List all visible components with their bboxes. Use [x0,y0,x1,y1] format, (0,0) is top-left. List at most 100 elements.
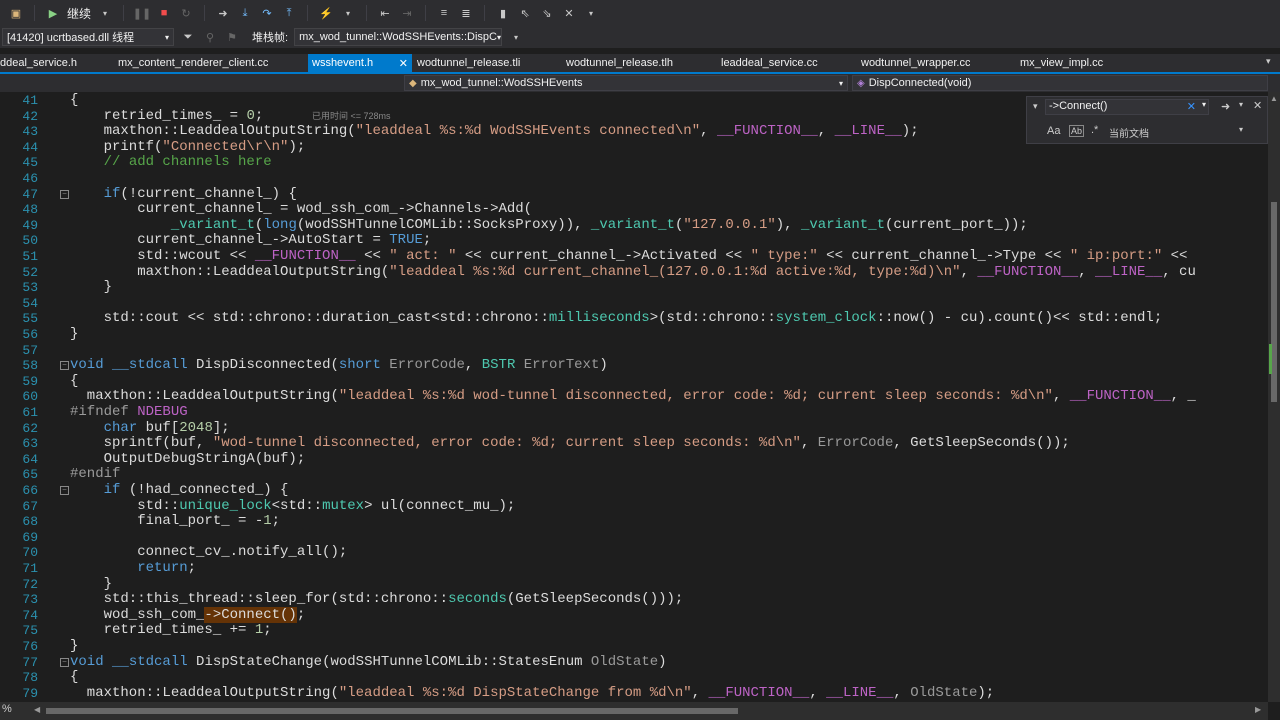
filter-icon[interactable]: ⏷ [180,29,196,45]
continue-icon[interactable]: ▶ [45,5,61,21]
code-line[interactable]: 64 OutputDebugStringA(buf); [0,451,1268,468]
scope-combo[interactable]: ◆ mx_wod_tunnel::WodSSHEvents ▾ [404,75,848,91]
chevron-down-icon[interactable]: ▾ [1202,100,1206,109]
code-line[interactable]: 75 retried_times_ += 1; [0,623,1268,639]
code-line[interactable]: 77 − void __stdcall DispStateChange(wodSSH… [0,654,1268,671]
horizontal-scrollbar[interactable]: % ◀ ▶ [0,702,1268,720]
bookmark-icon[interactable]: ▮ [495,5,511,21]
step-out-icon[interactable]: ⤒ [281,5,297,21]
close-icon[interactable]: ✕ [399,57,408,70]
tab-mx-content-renderer-client[interactable]: mx_content_renderer_client.cc [118,54,268,72]
tab-ddeal-service-h[interactable]: ddeal_service.h [0,54,77,72]
solution-icon[interactable]: ▣ [8,5,24,21]
close-icon[interactable]: ✕ [1253,99,1262,112]
code-line[interactable]: 71 return; [0,560,1268,577]
stack-frame-combo[interactable]: mx_wod_tunnel::WodSSHEvents::DispC ▾ [294,28,503,46]
prev-bookmark-icon[interactable]: ⇖ [517,5,533,21]
code-line[interactable]: 59 { [0,373,1268,390]
flag-threads-icon[interactable]: ⚑ [224,29,240,45]
toggle-filter-icon[interactable]: ⚲ [202,29,218,45]
regex-icon[interactable]: .* [1091,124,1098,136]
tab-mx-view-impl-cc[interactable]: mx_view_impl.cc [1020,54,1103,72]
chevron-down-icon[interactable]: ▾ [1239,125,1243,134]
find-next-icon[interactable]: ➜ [1221,100,1230,113]
match-word-icon[interactable]: Ab [1069,125,1085,137]
code-line[interactable]: 67 std::unique_lock<std::mutex> ul(conne… [0,498,1268,515]
code-line[interactable]: 53 } [0,280,1268,296]
code-line[interactable]: 46 [0,171,1268,187]
code-line[interactable]: 69 [0,530,1268,546]
find-input[interactable]: ->Connect() ✕ ▾ [1045,99,1209,115]
search-scope[interactable]: 当前文档 [1109,125,1149,140]
code-line[interactable]: 68 final_port_ = -1; [0,513,1268,530]
code-line[interactable]: 47 − if(!current_channel_) { [0,186,1268,203]
vertical-scrollbar[interactable]: ▲ [1268,92,1280,702]
code-line[interactable]: 76} [0,638,1268,655]
dropdown-icon[interactable]: ▾ [97,5,113,21]
match-case-icon[interactable]: Aa [1047,125,1060,137]
process-combo[interactable]: [41420] ucrtbased.dll 线程 ▾ [2,28,174,46]
fold-toggle-icon[interactable]: − [60,189,69,199]
next-bookmark-icon[interactable]: ⇘ [539,5,555,21]
clear-icon[interactable]: ✕ [1187,100,1196,113]
code-line[interactable]: 50 current_channel_->AutoStart = TRUE; [0,233,1268,249]
code-line[interactable]: 48 current_channel_ = wod_ssh_com_->Chan… [0,202,1268,218]
code-line[interactable]: 52 maxthon::LeaddealOutputString("leadde… [0,264,1268,281]
code-line[interactable]: 51 std::wcout << __FUNCTION__ << " act: … [0,248,1268,265]
indent-icon[interactable]: ⇤ [377,5,393,21]
code-line[interactable]: 62 char buf[2048]; [0,420,1268,437]
scroll-thumb[interactable] [46,708,738,714]
scroll-right-icon[interactable]: ▶ [1255,705,1261,714]
restart-icon[interactable]: ↻ [178,5,194,21]
scroll-left-icon[interactable]: ◀ [34,705,40,714]
dropdown-icon[interactable]: ▾ [1239,100,1243,109]
tab-wsshevent-h[interactable]: wsshevent.h ✕ [308,54,412,72]
code-line[interactable]: 78 { [0,670,1268,686]
dropdown-icon[interactable]: ▾ [340,5,356,21]
dropdown-icon[interactable]: ▾ [508,29,524,45]
tab-leaddeal-service-cc[interactable]: leaddeal_service.cc [721,54,818,72]
code-line[interactable]: 74 wod_ssh_com_->Connect(); [0,606,1268,624]
stop-icon[interactable]: ■ [156,5,172,21]
code-line[interactable]: 73 std::this_thread::sleep_for(std::chro… [0,591,1268,608]
code-line[interactable]: 58 − void __stdcall DispDisconnected(short… [0,357,1268,374]
expand-replace-icon[interactable]: ▾ [1033,101,1038,112]
show-next-statement-icon[interactable]: ➜ [215,5,231,21]
code-line[interactable]: 72 } [0,576,1268,593]
outdent-icon[interactable]: ⇥ [399,5,415,21]
member-combo[interactable]: ◈ DispConnected(void) [852,75,1268,91]
fold-toggle-icon[interactable]: − [60,657,69,667]
code-line[interactable]: 49 _variant_t(long(wodSSHTunnelCOMLib::S… [0,217,1268,234]
code-line[interactable]: 60 maxthon::LeaddealOutputString("leadde… [0,389,1268,405]
code-line[interactable]: 54 [0,296,1268,312]
comment-icon[interactable]: ≡ [436,5,452,21]
pause-icon[interactable]: ❚❚ [133,5,151,21]
code-line[interactable]: 56} [0,326,1268,343]
tab-overflow-icon[interactable]: ▾ [1266,56,1271,67]
code-line[interactable]: 61 #ifndef NDEBUG [0,404,1268,421]
code-line[interactable]: 45 // add channels here [0,155,1268,171]
zoom-level[interactable]: % [2,703,12,715]
code-editor[interactable]: 41 {42 retried_times_ = 0; 已用时间 <= 728ms 43… [0,92,1268,702]
clear-bookmarks-icon[interactable]: ✕ [561,5,577,21]
hex-display-icon[interactable]: ⚡ [318,5,334,21]
tab-wodtunnel-wrapper-cc[interactable]: wodtunnel_wrapper.cc [861,54,970,72]
continue-button[interactable]: 继续 [67,5,91,22]
step-into-icon[interactable]: ⤓ [237,5,253,21]
dropdown-icon[interactable]: ▾ [583,5,599,21]
tab-wodtunnel-release-tli[interactable]: wodtunnel_release.tli [417,54,520,72]
scroll-up-icon[interactable]: ▲ [1270,94,1278,103]
uncomment-icon[interactable]: ≣ [458,5,474,21]
code-line[interactable]: 65 #endif [0,467,1268,483]
fold-toggle-icon[interactable]: − [60,486,69,495]
line-number: 50 [22,233,38,249]
code-line[interactable]: 70 connect_cv_.notify_all(); [0,545,1268,561]
code-line[interactable]: 79 maxthon::LeaddealOutputString("leadde… [0,685,1268,702]
code-line[interactable]: 57 [0,343,1268,359]
code-line[interactable]: 66 − if (!had_connected_) { [0,482,1268,499]
code-line[interactable]: 63 sprintf(buf, "wod-tunnel disconnected… [0,435,1268,452]
step-over-icon[interactable]: ↷ [259,5,275,21]
tab-wodtunnel-release-tlh[interactable]: wodtunnel_release.tlh [566,54,673,72]
code-line[interactable]: 55 std::cout << std::chrono::duration_ca… [0,311,1268,327]
fold-toggle-icon[interactable]: − [60,361,69,371]
